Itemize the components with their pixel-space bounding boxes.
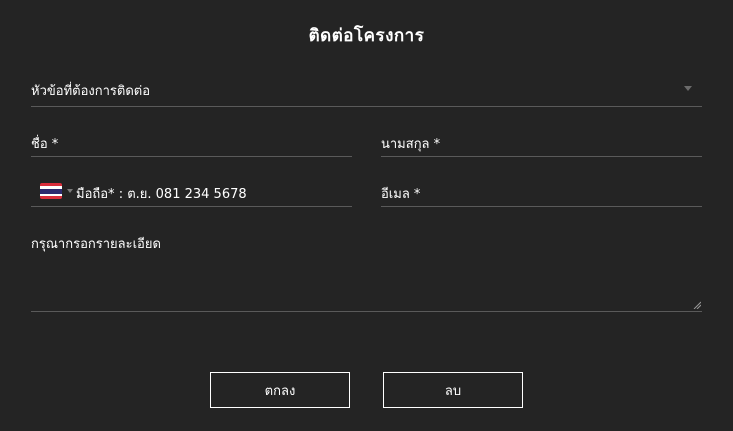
details-textarea[interactable]: กรุณากรอกรายละเอียด: [31, 228, 702, 312]
email-placeholder: อีเมล *: [381, 187, 421, 202]
resize-handle-icon[interactable]: [693, 301, 701, 309]
details-placeholder: กรุณากรอกรายละเอียด: [31, 237, 161, 252]
phone-placeholder: มือถือ* : ต.ย. 081 234 5678: [76, 187, 247, 202]
chevron-down-icon[interactable]: [684, 86, 692, 91]
thailand-flag-icon[interactable]: [40, 183, 62, 199]
lastname-placeholder: นามสกุล *: [381, 137, 441, 152]
phone-field[interactable]: มือถือ* : ต.ย. 081 234 5678: [31, 178, 352, 207]
country-dropdown-icon[interactable]: [67, 189, 73, 193]
form-title: ติดต่อโครงการ: [308, 26, 425, 46]
email-field[interactable]: อีเมล *: [381, 178, 702, 207]
lastname-field[interactable]: นามสกุล *: [381, 128, 702, 157]
subject-placeholder: หัวข้อที่ต้องการติดต่อ: [31, 84, 151, 99]
firstname-placeholder: ชื่อ *: [31, 137, 59, 152]
firstname-field[interactable]: ชื่อ *: [31, 128, 352, 157]
subject-select[interactable]: หัวข้อที่ต้องการติดต่อ: [31, 72, 702, 107]
clear-button[interactable]: ลบ: [383, 372, 523, 408]
submit-button[interactable]: ตกลง: [210, 372, 350, 408]
